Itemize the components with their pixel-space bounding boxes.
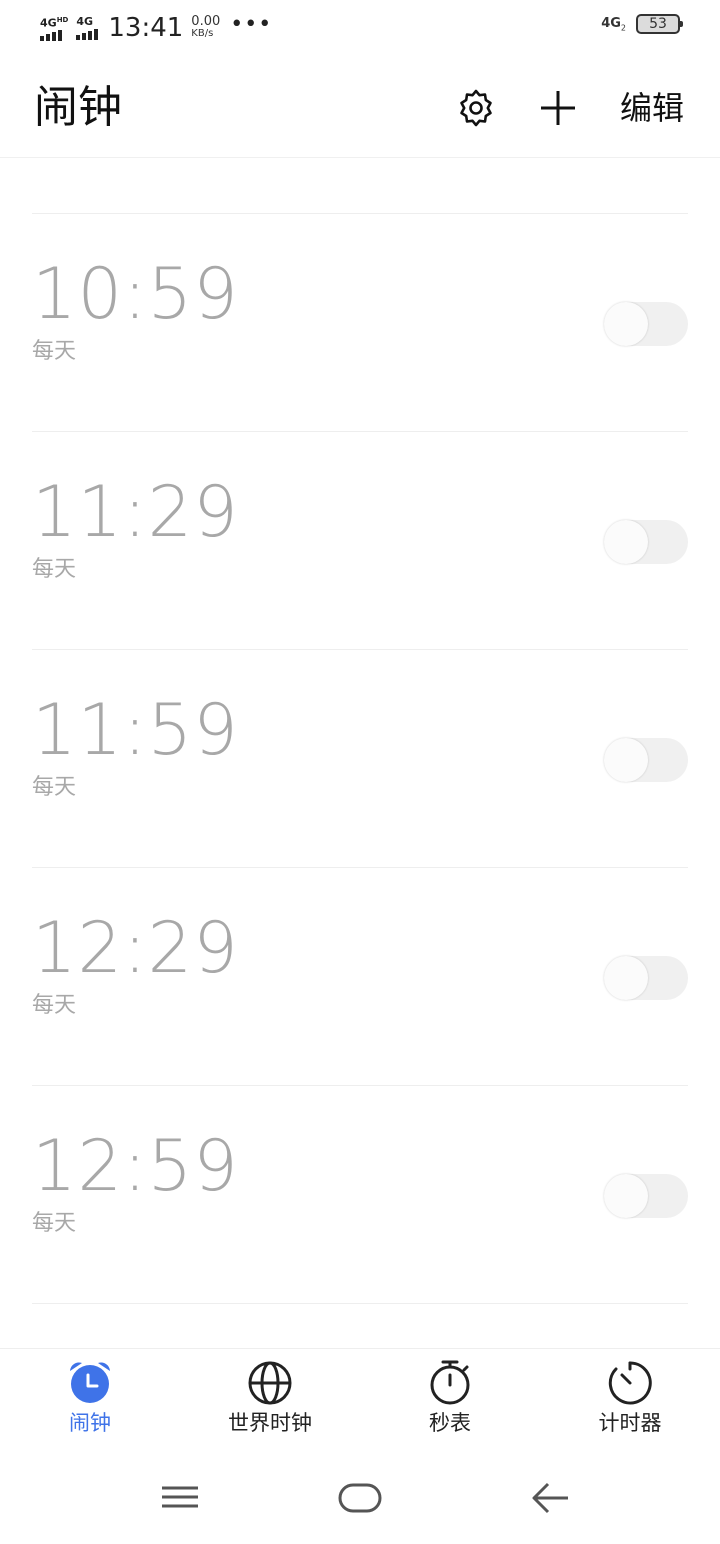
alarm-item[interactable]: 10:59 每天 (32, 214, 688, 432)
alarm-time: 12:59 (32, 1125, 239, 1207)
add-alarm-button[interactable] (538, 88, 578, 128)
alarm-list[interactable]: 10:59 每天 11:29 每天 11:59 每天 12:29 每天 12:5… (0, 158, 720, 1348)
toggle-knob (604, 1174, 648, 1218)
app-header: 闹钟 编辑 (0, 60, 720, 158)
menu-icon (162, 1486, 198, 1508)
settings-button[interactable] (456, 88, 496, 128)
toggle-knob (604, 956, 648, 1000)
alarm-repeat: 每天 (32, 557, 77, 582)
alarm-time: 10:59 (32, 253, 239, 335)
tab-world-clock[interactable]: 世界时钟 (180, 1359, 360, 1449)
alarm-toggle[interactable] (604, 738, 688, 782)
toggle-knob (604, 738, 648, 782)
status-bar: 4GHD 4G 13:41 0.00 KB/s ••• 4G2 53 (0, 0, 720, 56)
sim1-network-label: 4G (40, 16, 57, 30)
status-time: 13:41 (108, 13, 184, 43)
alarm-repeat: 每天 (32, 339, 77, 364)
tab-alarm[interactable]: 闹钟 (0, 1359, 180, 1449)
toggle-knob (604, 302, 648, 346)
alarm-item[interactable]: 12:59 每天 (32, 1086, 688, 1304)
tab-timer[interactable]: 计时器 (540, 1359, 720, 1449)
alarm-time: 12:29 (32, 907, 239, 989)
back-arrow-icon (532, 1482, 568, 1514)
signal-bars-icon (76, 29, 99, 40)
tab-world-clock-label: 世界时钟 (228, 1411, 312, 1435)
page-title: 闹钟 (34, 82, 122, 133)
toggle-knob (604, 520, 648, 564)
alarm-repeat: 每天 (32, 775, 77, 800)
sim1-hd-label: HD (56, 15, 69, 24)
edit-button[interactable]: 编辑 (620, 86, 684, 130)
system-nav-bar (0, 1448, 720, 1544)
back-button[interactable] (530, 1482, 570, 1518)
alarm-time: 11:59 (32, 689, 239, 771)
alarm-toggle[interactable] (604, 302, 688, 346)
network-speed: 0.00 KB/s (191, 14, 221, 40)
bottom-nav: 闹钟 世界时钟 秒表 计时器 (0, 1348, 720, 1448)
tab-alarm-label: 闹钟 (69, 1411, 111, 1435)
alarm-clock-icon (70, 1362, 110, 1403)
alarm-toggle[interactable] (604, 520, 688, 564)
alarm-time: 11:29 (32, 471, 239, 553)
home-button[interactable] (338, 1482, 382, 1518)
alarm-toggle[interactable] (604, 1174, 688, 1218)
network-speed-value: 0.00 (191, 14, 221, 29)
network-indicator-sub: 2 (620, 23, 626, 33)
alarm-repeat: 每天 (32, 993, 77, 1018)
alarm-item[interactable]: 12:29 每天 (32, 868, 688, 1086)
timer-icon (608, 1361, 652, 1405)
battery-icon: 53 (636, 14, 683, 34)
gear-icon (460, 89, 492, 127)
globe-icon (248, 1361, 292, 1405)
tab-stopwatch[interactable]: 秒表 (360, 1359, 540, 1449)
plus-icon (541, 91, 575, 125)
signal-bars-icon (40, 30, 62, 42)
alarm-repeat: 每天 (32, 1211, 77, 1236)
alarm-item[interactable]: 11:59 每天 (32, 650, 688, 868)
alarm-toggle[interactable] (604, 956, 688, 1000)
battery-level: 53 (649, 16, 667, 32)
home-icon (338, 1483, 382, 1513)
sim2-signal: 4G (76, 15, 99, 40)
tab-timer-label: 计时器 (598, 1411, 662, 1435)
sim1-signal: 4GHD (40, 15, 68, 42)
alarm-item[interactable]: 11:29 每天 (32, 432, 688, 650)
network-indicator-label: 4G (601, 15, 621, 31)
stopwatch-icon (430, 1360, 470, 1405)
more-notifications-icon: ••• (230, 12, 273, 37)
sim2-network-label: 4G (76, 15, 94, 28)
recent-apps-button[interactable] (160, 1482, 200, 1516)
tab-stopwatch-label: 秒表 (429, 1411, 471, 1435)
network-speed-unit: KB/s (191, 28, 214, 39)
network-indicator: 4G2 (601, 16, 626, 33)
